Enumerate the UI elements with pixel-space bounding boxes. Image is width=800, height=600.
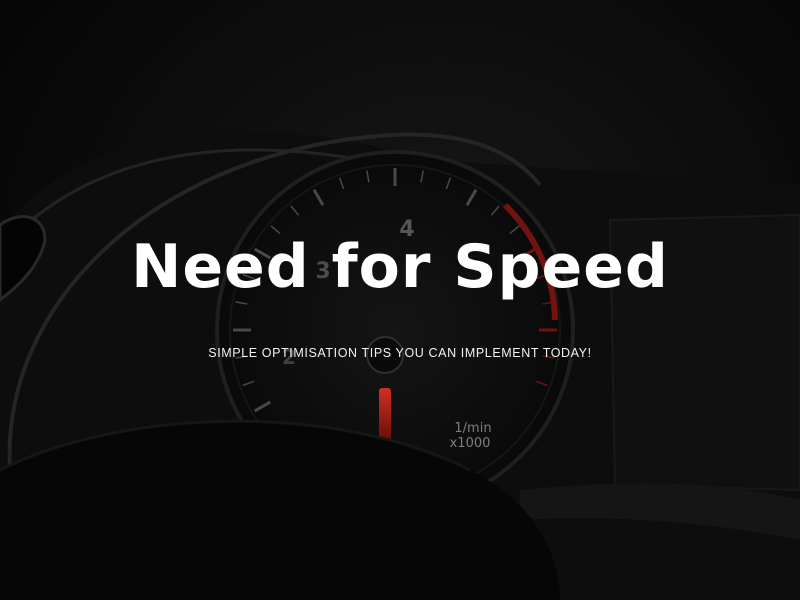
hero-banner: 4 3 2 1/min x1000 Need for Speed SIMPLE … xyxy=(0,0,800,600)
hero-title: Need for Speed xyxy=(131,232,669,302)
hero-subtitle: SIMPLE OPTIMISATION TIPS YOU CAN IMPLEME… xyxy=(208,346,592,360)
